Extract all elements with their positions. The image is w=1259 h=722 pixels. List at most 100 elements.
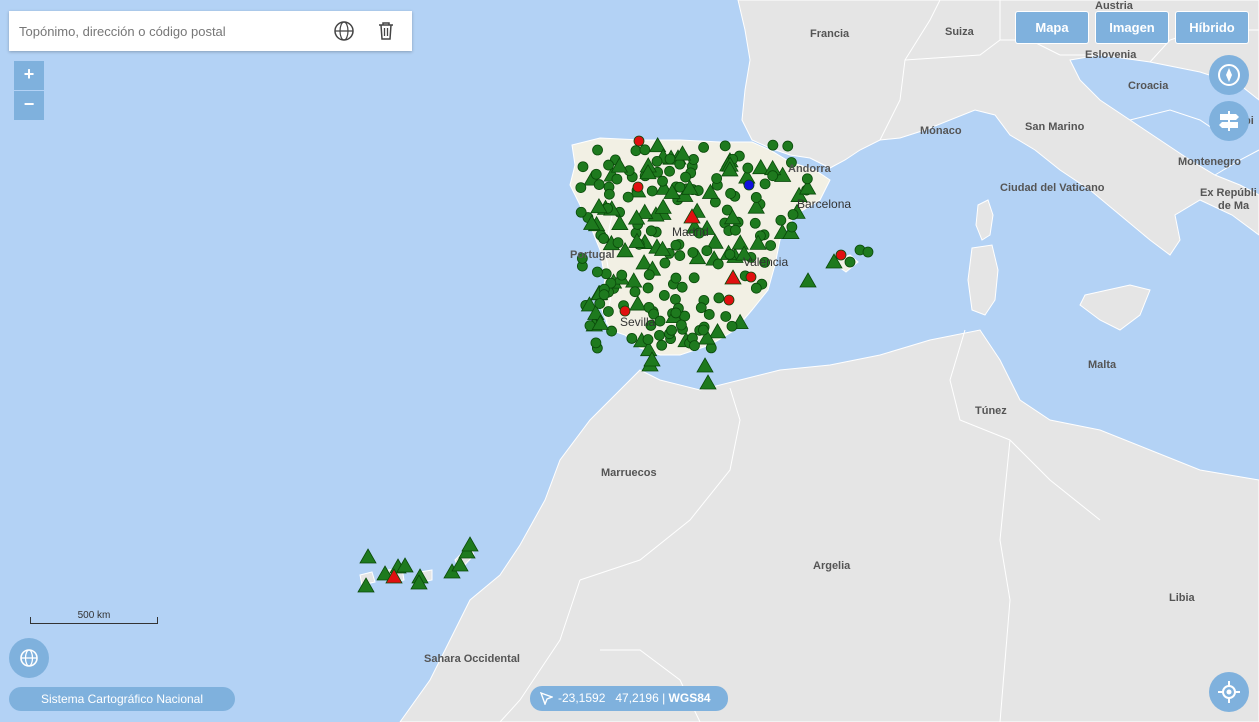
station-dot-marker[interactable] [765,240,777,251]
trash-icon[interactable] [374,19,398,43]
station-dot-marker[interactable] [657,175,668,187]
station-dot-marker[interactable] [594,298,606,309]
zoom-in-button[interactable]: + [14,61,44,90]
station-dot-marker[interactable] [626,333,638,344]
station-dot-marker[interactable] [590,168,602,180]
station-dot-marker[interactable] [680,171,691,183]
station-dot-marker[interactable] [703,309,715,320]
station-dot-marker[interactable] [767,139,779,151]
station-dot-marker[interactable] [670,272,682,284]
station-dot-marker[interactable] [711,173,723,184]
station-dot-marker[interactable] [670,293,681,305]
station-dot-marker[interactable] [646,185,658,197]
station-dot-marker[interactable] [726,320,738,332]
sistema-cartografico-link[interactable]: Sistema Cartográfico Nacional [9,687,235,711]
station-dot-marker[interactable] [630,145,642,157]
locate-button[interactable] [1209,672,1249,712]
station-dot-marker[interactable] [720,311,732,322]
search-input[interactable] [9,11,309,51]
station-dot-marker[interactable] [670,239,682,251]
station-dot-marker[interactable] [591,266,603,278]
station-dot-marker[interactable] [664,165,675,177]
station-dot-marker[interactable] [602,306,614,317]
station-dot-marker[interactable] [745,271,757,283]
station-dot-marker[interactable] [712,258,724,270]
station-dot-marker[interactable] [612,237,624,249]
station-dot-marker[interactable] [639,144,651,156]
station-dot-marker[interactable] [600,268,612,280]
station-dot-marker[interactable] [664,153,676,165]
station-dot-marker[interactable] [725,188,737,199]
station-dot-marker[interactable] [651,156,663,167]
station-dot-marker[interactable] [622,191,634,203]
station-dot-marker[interactable] [695,302,707,314]
station-dot-marker[interactable] [719,140,731,152]
station-dot-marker[interactable] [676,281,688,293]
station-dot-marker[interactable] [592,144,603,156]
station-dot-marker[interactable] [713,292,725,304]
zoom-out-button[interactable]: − [14,91,44,120]
station-dot-marker[interactable] [743,179,755,191]
station-dot-marker[interactable] [643,269,655,281]
station-dot-marker[interactable] [749,217,761,229]
station-dot-marker[interactable] [782,140,794,152]
map-type-mapa-button[interactable]: Mapa [1015,11,1089,44]
station-dot-marker[interactable] [701,245,713,257]
station-dot-marker[interactable] [750,282,762,294]
station-dot-marker[interactable] [674,158,686,170]
station-dot-marker[interactable] [575,182,587,194]
station-dot-marker[interactable] [632,181,644,193]
station-dot-marker[interactable] [666,324,677,336]
station-dot-marker[interactable] [611,173,623,185]
station-dot-marker[interactable] [687,247,699,258]
station-dot-marker[interactable] [767,170,779,182]
station-dot-marker[interactable] [642,334,654,345]
station-dot-marker[interactable] [698,141,710,153]
station-dot-marker[interactable] [730,224,741,236]
station-dot-marker[interactable] [723,294,735,306]
map-type-imagen-button[interactable]: Imagen [1095,11,1169,44]
map-canvas[interactable]: Austria Francia Suiza Eslovenia Croacia … [0,0,1259,722]
station-dot-marker[interactable] [844,256,856,268]
station-dot-marker[interactable] [642,282,654,294]
station-dot-marker[interactable] [801,173,813,185]
station-dot-marker[interactable] [697,324,709,336]
station-dot-marker[interactable] [575,206,587,218]
station-dot-marker[interactable] [598,289,610,301]
compass-button[interactable] [1209,55,1249,95]
station-dot-marker[interactable] [742,162,754,174]
station-dot-marker[interactable] [759,178,771,190]
station-dot-marker[interactable] [603,159,614,171]
station-dot-marker[interactable] [835,249,847,261]
station-dot-marker[interactable] [616,269,628,281]
station-dot-marker[interactable] [603,188,615,200]
signpost-button[interactable] [1209,101,1249,141]
station-dot-marker[interactable] [645,225,657,237]
station-dot-marker[interactable] [862,246,874,258]
crs-button[interactable]: WGS84 [669,691,711,705]
station-dot-marker[interactable] [633,135,645,147]
station-dot-marker[interactable] [629,286,641,298]
station-dot-marker[interactable] [593,179,605,190]
station-dot-marker[interactable] [786,221,798,233]
station-dot-marker[interactable] [659,257,671,269]
map-type-hibrido-button[interactable]: Híbrido [1175,11,1249,44]
station-dot-marker[interactable] [775,214,787,226]
globe-icon[interactable] [332,19,356,43]
station-dot-marker[interactable] [654,315,666,327]
station-dot-marker[interactable] [675,319,687,331]
station-dot-marker[interactable] [606,325,618,337]
station-dot-marker[interactable] [724,248,736,260]
station-dot-marker[interactable] [670,307,682,319]
layers-globe-button[interactable] [9,638,49,678]
station-dot-marker[interactable] [654,329,665,341]
station-dot-marker[interactable] [688,272,700,284]
station-dot-marker[interactable] [656,339,668,351]
station-dot-marker[interactable] [590,337,602,349]
station-dot-marker[interactable] [750,192,762,203]
station-dot-marker[interactable] [689,340,700,352]
station-dot-marker[interactable] [577,161,589,173]
station-dot-marker[interactable] [658,289,670,301]
station-dot-marker[interactable] [674,250,686,261]
station-dot-marker[interactable] [598,233,610,244]
